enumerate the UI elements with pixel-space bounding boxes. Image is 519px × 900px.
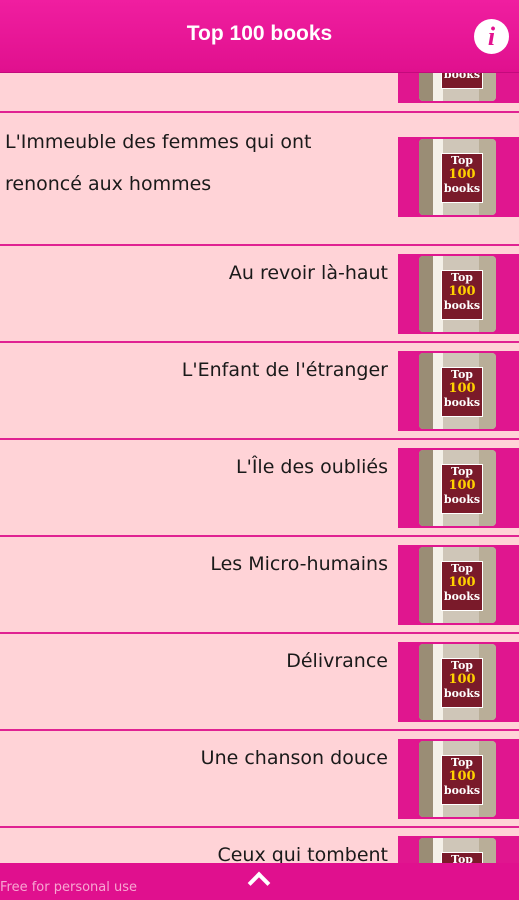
cover-label: Top 100 books [441,73,483,89]
book-title: Délivrance [286,650,388,672]
cover-label: Top 100 books [441,464,483,514]
book-title: L'Enfant de l'étranger [181,359,388,381]
page-title: Top 100 books [186,22,333,45]
book-cover-image: Top 100 books [419,741,496,817]
book-cover-image: Top 100 books [419,139,496,215]
book-cover-thumbnail: Top 100 books [398,351,519,431]
app-header: Top 100 books i [0,0,519,73]
book-cover-thumbnail: Top 100 books [398,836,519,863]
book-title: L'Immeuble des femmes qui ont renoncé au… [5,131,312,195]
book-cover-image: Top 100 books [419,73,496,101]
book-title: Ceux qui tombent [217,844,388,863]
book-cover-thumbnail: Top 100 books [398,642,519,722]
cover-label: Top 100 books [441,561,483,611]
cover-label: Top 100 books [441,367,483,417]
book-cover-image: Top 100 books [419,644,496,720]
book-cover-thumbnail: Top 100 books [398,73,519,103]
info-icon: i [487,21,496,51]
book-cover-thumbnail: Top 100 books [398,545,519,625]
book-cover-thumbnail: Top 100 books [398,254,519,334]
book-cover-image: Top 100 books [419,256,496,332]
book-cover-image: Top 100 books [419,547,496,623]
book-cover-thumbnail: Top 100 books [398,739,519,819]
book-title: L'Île des oubliés [236,456,388,478]
cover-label: Top 100 books [441,658,483,708]
cover-label: Top 100 books [441,852,483,863]
list-item[interactable]: L'Île des oubliés Top 100 books [0,440,519,537]
book-cover-image: Top 100 books [419,838,496,863]
list-item[interactable]: Top 100 books [0,73,519,113]
info-button[interactable]: i [474,19,509,54]
book-list[interactable]: Top 100 books L'Immeuble des femmes qui … [0,73,519,863]
cover-label: Top 100 books [441,755,483,805]
book-cover-thumbnail: Top 100 books [398,137,519,217]
book-title: Une chanson douce [200,747,388,769]
chevron-up-icon[interactable] [247,871,271,895]
list-item[interactable]: Ceux qui tombent Top 100 books [0,828,519,863]
cover-label: Top 100 books [441,270,483,320]
cover-label: Top 100 books [441,153,483,203]
list-item[interactable]: Au revoir là-haut Top 100 books [0,246,519,343]
book-cover-image: Top 100 books [419,450,496,526]
list-item[interactable]: L'Enfant de l'étranger Top 100 books [0,343,519,440]
list-item[interactable]: Délivrance Top 100 books [0,634,519,731]
list-item[interactable]: L'Immeuble des femmes qui ont renoncé au… [0,113,519,246]
watermark-text: Free for personal use [0,880,138,895]
book-title: Au revoir là-haut [228,262,388,284]
list-item[interactable]: Les Micro-humains Top 100 books [0,537,519,634]
book-title: Les Micro-humains [210,553,388,575]
book-cover-image: Top 100 books [419,353,496,429]
list-item[interactable]: Une chanson douce Top 100 books [0,731,519,828]
book-cover-thumbnail: Top 100 books [398,448,519,528]
